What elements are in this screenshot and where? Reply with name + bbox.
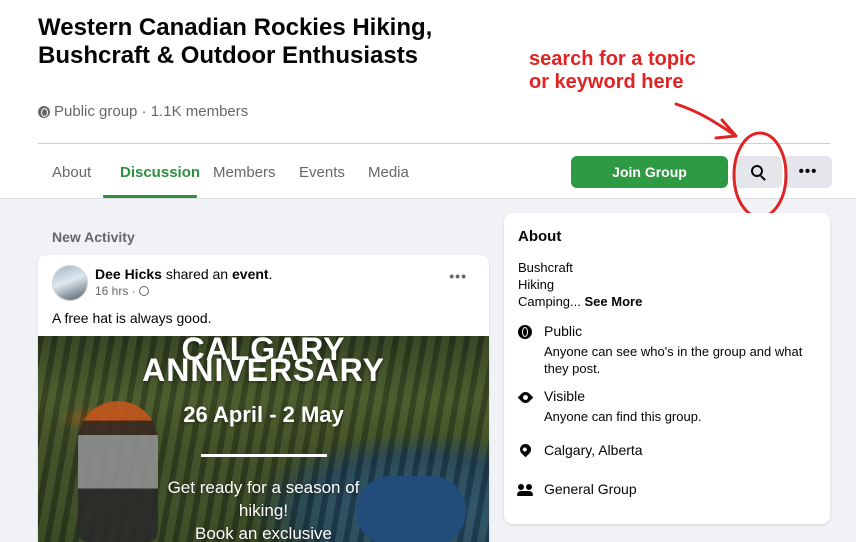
more-icon: ••• [798, 163, 818, 180]
about-desc-truncated: Camping... [518, 294, 581, 309]
about-item-title: Visible [544, 388, 585, 404]
globe-icon [138, 286, 149, 296]
about-item-title: General Group [544, 481, 637, 497]
event-dates: 26 April - 2 May [183, 402, 344, 427]
annotation-text: search for a topic or keyword here [529, 48, 696, 93]
event-body-line1: Get ready for a season of [167, 478, 360, 497]
about-item-title[interactable]: Calgary, Alberta [544, 442, 643, 458]
event-divider [201, 454, 327, 457]
about-desc-line: Bushcraft [518, 260, 573, 275]
post-more-icon[interactable]: ••• [449, 269, 467, 283]
globe-icon [38, 105, 50, 118]
tab-discussion[interactable]: Discussion [120, 164, 200, 181]
event-body-line3: Book an exclusive [194, 524, 333, 542]
event-body: Get ready for a season of hiking! Book a… [38, 476, 489, 542]
more-options-button[interactable]: ••• [784, 156, 832, 188]
join-group-button[interactable]: Join Group [571, 156, 728, 188]
nav-divider [38, 143, 830, 144]
people-icon [517, 483, 533, 497]
tab-about[interactable]: About [52, 164, 91, 181]
group-meta: Public group · 1.1K members [38, 103, 248, 120]
post-text: A free hat is always good. [52, 310, 212, 326]
post-object-link[interactable]: event [232, 266, 269, 282]
post-verb: shared an [165, 266, 229, 282]
active-tab-indicator [103, 195, 197, 198]
eye-icon [517, 389, 534, 406]
post-timestamp: 16 hrs · [95, 284, 149, 298]
group-header: Western Canadian Rockies Hiking, Bushcra… [0, 0, 856, 199]
event-body-line2: hiking! [238, 501, 289, 520]
event-image[interactable]: CALGARY ANNIVERSARY 26 April - 2 May Get… [38, 336, 489, 542]
avatar[interactable] [52, 265, 88, 301]
tab-events[interactable]: Events [299, 164, 345, 181]
tab-media[interactable]: Media [368, 164, 409, 181]
search-button[interactable] [734, 156, 782, 188]
about-desc-line: Hiking [518, 277, 555, 292]
location-pin-icon [517, 441, 534, 458]
new-activity-label: New Activity [52, 229, 135, 245]
about-item-desc: Anyone can find this group. [544, 409, 702, 424]
about-card: About Bushcraft Hiking Camping... See Mo… [504, 213, 830, 524]
about-title: About [518, 228, 562, 245]
post-time-text[interactable]: 16 hrs · [95, 284, 136, 298]
about-description: Bushcraft Hiking Camping... See More [518, 259, 642, 310]
post-header: Dee Hicks shared an event. [95, 266, 273, 282]
post-author[interactable]: Dee Hicks [95, 266, 162, 282]
globe-icon [518, 325, 532, 339]
tab-members[interactable]: Members [213, 164, 276, 181]
event-title: ANNIVERSARY [142, 352, 385, 388]
about-item-desc: Anyone can see who's in the group and wh… [544, 344, 803, 376]
group-meta-text: Public group · 1.1K members [54, 103, 249, 120]
post-card: Dee Hicks shared an event. 16 hrs · ••• … [38, 255, 489, 542]
about-item-title: Public [544, 323, 583, 339]
group-title: Western Canadian Rockies Hiking, Bushcra… [38, 14, 433, 69]
see-more-link[interactable]: See More [585, 294, 643, 309]
search-icon [751, 165, 763, 177]
